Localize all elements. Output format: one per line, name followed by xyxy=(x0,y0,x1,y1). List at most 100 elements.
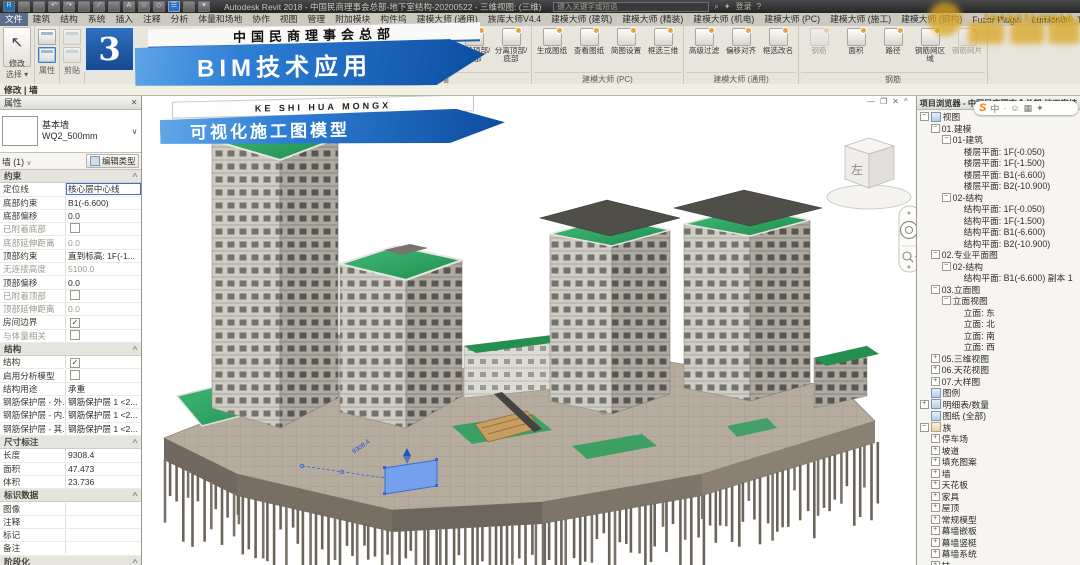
expand-node-icon[interactable]: + xyxy=(931,469,940,478)
checkbox-checked[interactable]: ✓ xyxy=(70,358,80,368)
expand-node-icon[interactable]: + xyxy=(931,480,940,489)
expand-node-icon[interactable]: + xyxy=(931,526,940,535)
property-row[interactable]: 标记 xyxy=(0,529,141,542)
expand-node-icon[interactable]: + xyxy=(931,492,940,501)
ribbon-button[interactable]: 偏移对齐 xyxy=(723,28,759,55)
property-row[interactable]: 面积47.473 xyxy=(0,463,141,476)
expand-node-icon[interactable]: + xyxy=(931,434,940,443)
tower-right-b[interactable] xyxy=(674,190,822,401)
ribbon-tab[interactable]: 建模大师 (建筑) xyxy=(546,13,617,26)
ribbon-tab[interactable]: Twinmotion xyxy=(1072,14,1080,26)
tree-item[interactable]: 立面: 东 xyxy=(917,307,1080,319)
property-section-header[interactable]: 尺寸标注^ xyxy=(0,436,141,449)
property-section-header[interactable]: 阶段化^ xyxy=(0,556,141,565)
property-row[interactable]: 图像 xyxy=(0,502,141,515)
ime-punctuation-icon[interactable]: · xyxy=(1003,103,1006,113)
ribbon-button[interactable]: 查看图纸 xyxy=(571,28,607,55)
close-icon[interactable]: ✕ xyxy=(131,98,138,107)
checkbox-unchecked[interactable] xyxy=(70,290,80,300)
property-row[interactable]: 钢筋保护层 - 其...钢筋保护层 1 <2... xyxy=(0,423,141,436)
ime-keyboard-icon[interactable]: ▦ xyxy=(1024,103,1033,114)
measure-icon[interactable]: ⟋ xyxy=(93,1,105,12)
open-icon[interactable] xyxy=(18,1,30,12)
ribbon-button[interactable]: 面积 xyxy=(838,28,874,55)
property-row[interactable]: 启用分析模型 xyxy=(0,369,141,382)
ribbon-button[interactable]: 分离顶部/底部 xyxy=(493,28,529,63)
collapse-node-icon[interactable]: − xyxy=(942,296,951,305)
tower-middle[interactable] xyxy=(340,244,462,428)
chevron-down-icon[interactable]: ∨ xyxy=(130,127,140,136)
search-binoculars-icon[interactable]: ⌕ xyxy=(714,2,718,12)
property-section-header[interactable]: 约束^ xyxy=(0,170,141,183)
ribbon-button[interactable]: 框选改名 xyxy=(760,28,796,55)
expand-node-icon[interactable]: + xyxy=(931,457,940,466)
tower-right-a[interactable] xyxy=(540,200,680,414)
collapse-node-icon[interactable]: − xyxy=(942,262,951,271)
property-row[interactable]: 与体量相关 xyxy=(0,330,141,343)
property-row[interactable]: 底部偏移0.0 xyxy=(0,210,141,223)
expand-node-icon[interactable]: + xyxy=(931,538,940,547)
ribbon-tab[interactable]: 建模大师 (机电) xyxy=(688,13,759,26)
property-row[interactable]: 顶部延伸距离0.0 xyxy=(0,303,141,316)
collapse-node-icon[interactable]: − xyxy=(920,112,929,121)
ime-language-icon[interactable]: 中 xyxy=(990,102,999,115)
property-row[interactable]: 结构✓ xyxy=(0,356,141,369)
ribbon-tab[interactable]: 建模大师 (施工) xyxy=(825,13,896,26)
copy-icon[interactable] xyxy=(63,47,81,63)
ribbon-tab[interactable]: 建模大师 (精装) xyxy=(617,13,688,26)
property-section-header[interactable]: 结构^ xyxy=(0,343,141,356)
ribbon-tab[interactable]: 注释 xyxy=(138,13,166,26)
expand-node-icon[interactable]: + xyxy=(931,549,940,558)
ribbon-tab[interactable]: 插入 xyxy=(110,13,138,26)
property-section-header[interactable]: 标识数据^ xyxy=(0,489,141,502)
property-row[interactable]: 结构用途承重 xyxy=(0,383,141,396)
tree-item[interactable]: −01.建模 xyxy=(917,123,1080,135)
ribbon-button[interactable]: 钢筋网区域 xyxy=(912,28,948,63)
view-close-icon[interactable]: ✕ xyxy=(892,97,899,106)
collapse-node-icon[interactable]: − xyxy=(942,135,951,144)
ribbon-tab[interactable]: 建模大师 (PC) xyxy=(759,13,825,26)
ribbon-tab[interactable]: 体量和场地 xyxy=(193,13,247,26)
checkbox-unchecked[interactable] xyxy=(70,370,80,380)
collapse-node-icon[interactable]: − xyxy=(920,423,929,432)
collapse-node-icon[interactable]: − xyxy=(942,193,951,202)
tree-item[interactable]: −03.立面图 xyxy=(917,284,1080,296)
tree-item[interactable]: 图纸 (全部) xyxy=(917,410,1080,422)
undo-icon[interactable]: ↶ xyxy=(48,1,60,12)
expand-node-icon[interactable]: + xyxy=(931,365,940,374)
property-row[interactable]: 钢筋保护层 - 内...钢筋保护层 1 <2... xyxy=(0,409,141,422)
property-row[interactable]: 定位线核心层中心线 xyxy=(0,183,141,196)
tree-item[interactable]: −02.专业平面图 xyxy=(917,249,1080,261)
ribbon-tab[interactable]: 分析 xyxy=(166,13,194,26)
ribbon-button[interactable]: 路径 xyxy=(875,28,911,55)
expand-node-icon[interactable]: + xyxy=(931,377,940,386)
tree-item[interactable]: 立面: 北 xyxy=(917,318,1080,330)
tree-item[interactable]: 立面: 南 xyxy=(917,330,1080,342)
tree-item[interactable]: 图例 xyxy=(917,387,1080,399)
ribbon-tab[interactable]: Fuzor Plugin xyxy=(967,14,1026,26)
property-row[interactable]: 已附着底部 xyxy=(0,223,141,236)
wing-right[interactable] xyxy=(814,346,879,408)
property-row[interactable]: 无连接高度5100.0 xyxy=(0,263,141,276)
expand-node-icon[interactable]: + xyxy=(931,446,940,455)
property-row[interactable]: 钢筋保护层 - 外...钢筋保护层 1 <2... xyxy=(0,396,141,409)
property-row[interactable]: 已附着顶部 xyxy=(0,290,141,303)
checkbox-unchecked[interactable] xyxy=(70,330,80,340)
type-properties-icon[interactable] xyxy=(38,47,56,63)
tree-item[interactable]: 楼层平面: B2(-10.900) xyxy=(917,180,1080,192)
collapse-icon[interactable]: ^ xyxy=(904,97,908,106)
ribbon-tab[interactable]: 系统 xyxy=(83,13,111,26)
expand-node-icon[interactable]: + xyxy=(931,354,940,363)
help-search-input[interactable]: 键入关键字或短语 xyxy=(553,2,709,12)
expand-node-icon[interactable]: + xyxy=(931,515,940,524)
edit-type-button[interactable]: 编辑类型 xyxy=(86,154,140,168)
property-row[interactable]: 顶部约束直到标高: 1F(-1... xyxy=(0,250,141,263)
close-hidden-icon[interactable] xyxy=(183,1,195,12)
ribbon-button[interactable]: 简图设置 xyxy=(608,28,644,55)
ribbon-button[interactable]: 框选三维 xyxy=(645,28,681,55)
ribbon-button[interactable]: 高级过滤 xyxy=(686,28,722,55)
input-method-bar[interactable]: S 中 · ☺ ▦ ✦ xyxy=(974,101,1078,115)
ribbon-tab[interactable]: 协作 xyxy=(247,13,275,26)
ribbon-tab[interactable]: 视图 xyxy=(275,13,303,26)
property-row[interactable]: 顶部偏移0.0 xyxy=(0,276,141,289)
